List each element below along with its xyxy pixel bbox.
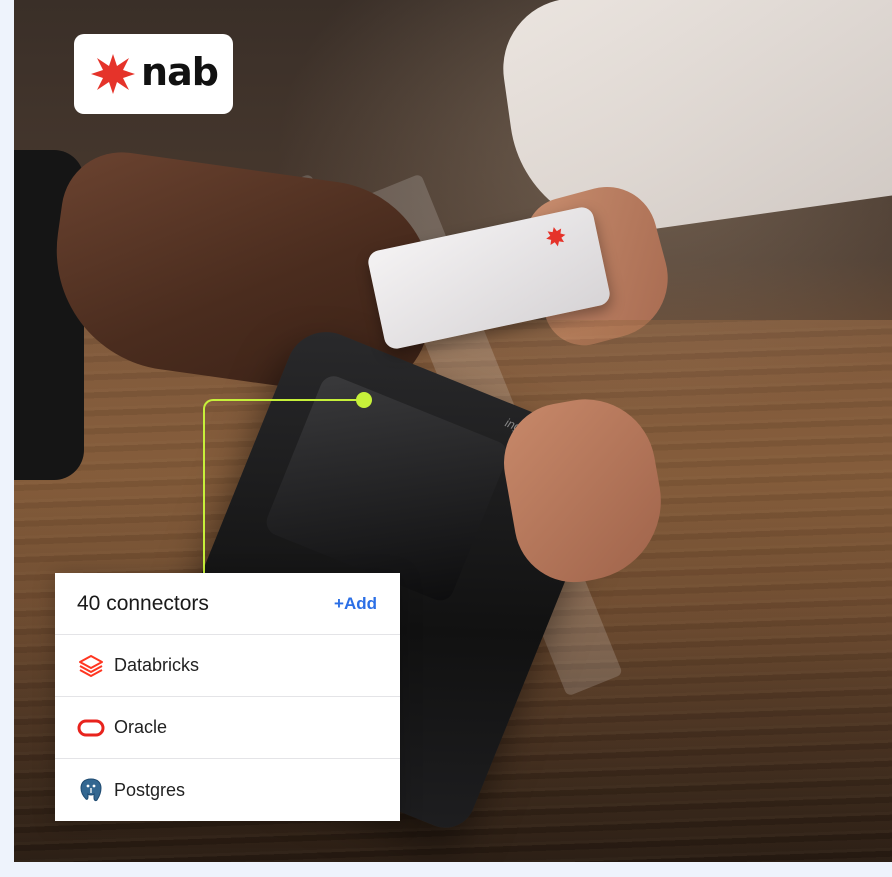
nab-logo: nab xyxy=(74,34,233,114)
add-connector-button[interactable]: +Add xyxy=(334,594,377,614)
connector-item-postgres[interactable]: Postgres xyxy=(55,759,400,821)
logo-text: nab xyxy=(141,50,219,94)
oracle-icon xyxy=(77,714,105,742)
connectors-panel: 40 connectors +Add Databricks Oracle Pos… xyxy=(55,573,400,821)
databricks-icon xyxy=(77,652,105,680)
connectors-count: 40 connectors xyxy=(77,591,209,615)
connector-line xyxy=(203,399,363,574)
card-star-icon: ✸ xyxy=(542,220,570,255)
connector-item-oracle[interactable]: Oracle xyxy=(55,697,400,759)
connector-label: Databricks xyxy=(114,655,200,675)
connector-label: Postgres xyxy=(114,779,186,800)
connector-label: Oracle xyxy=(114,717,168,737)
panel-header: 40 connectors +Add xyxy=(55,573,400,635)
connector-item-databricks[interactable]: Databricks xyxy=(55,635,400,697)
connector-dot xyxy=(356,392,372,408)
nab-star-icon xyxy=(91,54,136,94)
postgres-icon xyxy=(77,776,105,804)
